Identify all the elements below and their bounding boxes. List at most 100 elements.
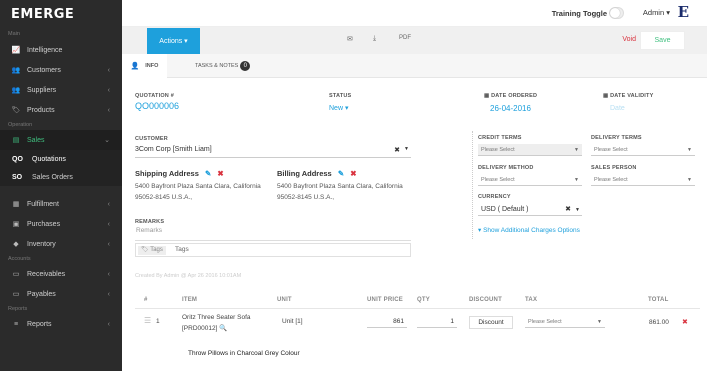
tags-input[interactable]: 🏷 Tags Tags — [135, 243, 411, 257]
item-unit[interactable]: Unit [1] — [282, 318, 303, 325]
status-dropdown[interactable]: New ▾ — [329, 104, 348, 112]
pdf-button[interactable]: PDF — [399, 35, 411, 41]
app-logo[interactable]: EMERGE — [0, 0, 122, 29]
discount-button[interactable]: Discount — [469, 316, 513, 329]
sidebar-item-suppliers[interactable]: 👥 Suppliers ‹ — [0, 80, 122, 100]
qty-input[interactable]: 1 — [417, 316, 457, 328]
remarks-underline — [135, 240, 411, 241]
sales-person-select[interactable]: Please Select ▼ — [591, 174, 695, 186]
sales-person-value: Please Select — [594, 177, 628, 183]
sidebar-item-intelligence[interactable]: 📈 Intelligence — [0, 40, 122, 60]
sidebar-subitem-label: Quotations — [32, 155, 66, 163]
sidebar-item-receivables[interactable]: ▭ Receivables ‹ — [0, 264, 122, 284]
clear-icon[interactable]: ✖ — [394, 146, 400, 154]
sidebar-item-label: Intelligence — [27, 46, 63, 54]
sales-person-label: SALES PERSON — [591, 165, 637, 171]
quotation-number: QO000006 — [135, 101, 180, 111]
sidebar-item-fulfillment[interactable]: ▦ Fulfillment ‹ — [0, 194, 122, 214]
tags-pill: 🏷 Tags — [138, 246, 166, 255]
shipping-address-heading: Shipping Address ✎ ✖ — [135, 169, 224, 178]
tags-placeholder: Tags — [175, 246, 189, 253]
credit-terms-select[interactable]: Please Select ▼ — [478, 144, 582, 156]
delivery-method-label: DELIVERY METHOD — [478, 165, 534, 171]
sidebar-item-label: Products — [27, 106, 55, 114]
show-additional-charges-link[interactable]: ▾ Show Additional Charges Options — [478, 226, 580, 234]
col-header-unit-price: UNIT PRICE — [367, 297, 404, 303]
zoom-icon[interactable]: 🔍 — [219, 325, 227, 332]
void-button[interactable]: Void — [622, 36, 636, 43]
date-validity-field[interactable]: Date — [610, 105, 625, 112]
currency-select[interactable]: USD ( Default ) ✖ ▼ — [478, 204, 582, 216]
caret-down-icon: ▼ — [597, 319, 602, 325]
save-button[interactable]: Save — [640, 31, 685, 50]
tasks-count-badge: 0 — [240, 61, 251, 71]
chevron-left-icon: ‹ — [107, 200, 110, 208]
cart-icon: ▣ — [12, 221, 20, 228]
sidebar-item-label: Reports — [27, 320, 52, 328]
right-panel-divider — [472, 131, 473, 239]
sidebar-section-operation: Operation — [8, 122, 33, 128]
tax-select[interactable]: Please Select ▼ — [525, 316, 605, 328]
col-header-item: ITEM — [182, 297, 198, 303]
download-icon[interactable]: ⤓ — [373, 35, 376, 43]
unit-price-input[interactable]: 861 — [367, 316, 407, 328]
currency-value: USD ( Default ) — [481, 206, 529, 213]
col-header-discount: DISCOUNT — [469, 297, 502, 303]
sidebar-subitem-quotations[interactable]: QO Quotations — [0, 150, 122, 168]
edit-pencil-icon[interactable]: ✎ — [338, 169, 344, 178]
delete-x-icon[interactable]: ✖ — [350, 169, 356, 178]
delivery-method-select[interactable]: Please Select ▼ — [478, 174, 582, 186]
chevron-left-icon: ‹ — [107, 220, 110, 228]
drag-handle-icon[interactable]: ☰ — [144, 316, 154, 325]
sidebar-item-label: Payables — [27, 290, 56, 298]
caret-down-icon: ▼ — [574, 177, 579, 183]
sidebar-item-customers[interactable]: 👥 Customers ‹ — [0, 60, 122, 80]
currency-label: CURRENCY — [478, 194, 511, 200]
tab-tasks-notes[interactable]: TASKS & NOTES 0 — [195, 54, 251, 78]
quotation-form: QUOTATION # QO000006 STATUS New ▾ ▦ DATE… — [122, 78, 707, 371]
sidebar-subitem-label: Sales Orders — [32, 173, 73, 181]
edit-pencil-icon[interactable]: ✎ — [205, 169, 211, 178]
delete-x-icon[interactable]: ✖ — [217, 169, 223, 178]
chart-line-icon: 📈 — [11, 47, 21, 54]
credit-terms-label: CREDIT TERMS — [478, 135, 522, 141]
delete-row-icon[interactable]: ✖ — [682, 318, 688, 326]
sidebar-item-reports[interactable]: ≡ Reports ‹ — [0, 314, 122, 334]
chevron-left-icon: ‹ — [107, 66, 110, 74]
delivery-terms-select[interactable]: Please Select ▼ — [591, 144, 695, 156]
tag-icon: 🏷 — [141, 247, 151, 253]
billing-address-line1: 5400 Bayfront Plaza Santa Clara, Califor… — [277, 183, 403, 190]
user-icon: 👤 — [130, 63, 140, 70]
clear-icon[interactable]: ✖ — [565, 204, 571, 216]
list-icon: ≡ — [13, 320, 19, 328]
remarks-textarea[interactable]: Remarks — [136, 227, 162, 234]
chevron-left-icon: ‹ — [107, 86, 110, 94]
sidebar-subitem-sales-orders[interactable]: SO Sales Orders — [0, 168, 122, 186]
tab-info[interactable]: 👤 INFO — [122, 54, 167, 78]
credit-terms-value: Please Select — [481, 147, 515, 153]
sidebar-item-inventory[interactable]: ◆ Inventory ‹ — [0, 234, 122, 254]
col-header-num: # — [144, 297, 148, 303]
chevron-left-icon: ‹ — [107, 320, 110, 328]
sidebar-item-payables[interactable]: ▭ Payables ‹ — [0, 284, 122, 304]
date-ordered-field[interactable]: 26-04-2016 — [490, 104, 531, 113]
sidebar-item-sales[interactable]: ▤ Sales ⌄ — [0, 130, 122, 150]
customer-value: 3Com Corp [Smith Liam] — [135, 146, 212, 153]
tab-bar: 👤 INFO TASKS & NOTES 0 — [122, 54, 707, 78]
sidebar-item-products[interactable]: 🏷 Products ‹ — [0, 100, 122, 120]
training-toggle-switch[interactable] — [609, 7, 624, 19]
chevron-left-icon: ‹ — [107, 106, 110, 114]
col-header-tax: TAX — [525, 297, 538, 303]
user-menu[interactable]: Admin ▾ — [643, 8, 670, 17]
sidebar-subitem-abbr: QO — [12, 155, 23, 163]
chevron-down-icon: ⌄ — [104, 137, 110, 144]
actions-dropdown-button[interactable]: Actions ▾ — [147, 28, 200, 54]
sidebar-item-purchases[interactable]: ▣ Purchases ‹ — [0, 214, 122, 234]
show-additional-charges-label: Show Additional Charges Options — [483, 227, 580, 234]
email-icon[interactable]: ✉ — [347, 35, 353, 43]
sidebar-section-reports: Reports — [8, 306, 28, 312]
item-name: Oritz Three Seater Sofa — [182, 314, 251, 321]
delivery-terms-value: Please Select — [594, 147, 628, 153]
customer-select[interactable]: 3Com Corp [Smith Liam] ✖ ▼ — [135, 146, 411, 158]
item-description[interactable]: Throw Pillows in Charcoal Grey Colour — [188, 350, 300, 357]
